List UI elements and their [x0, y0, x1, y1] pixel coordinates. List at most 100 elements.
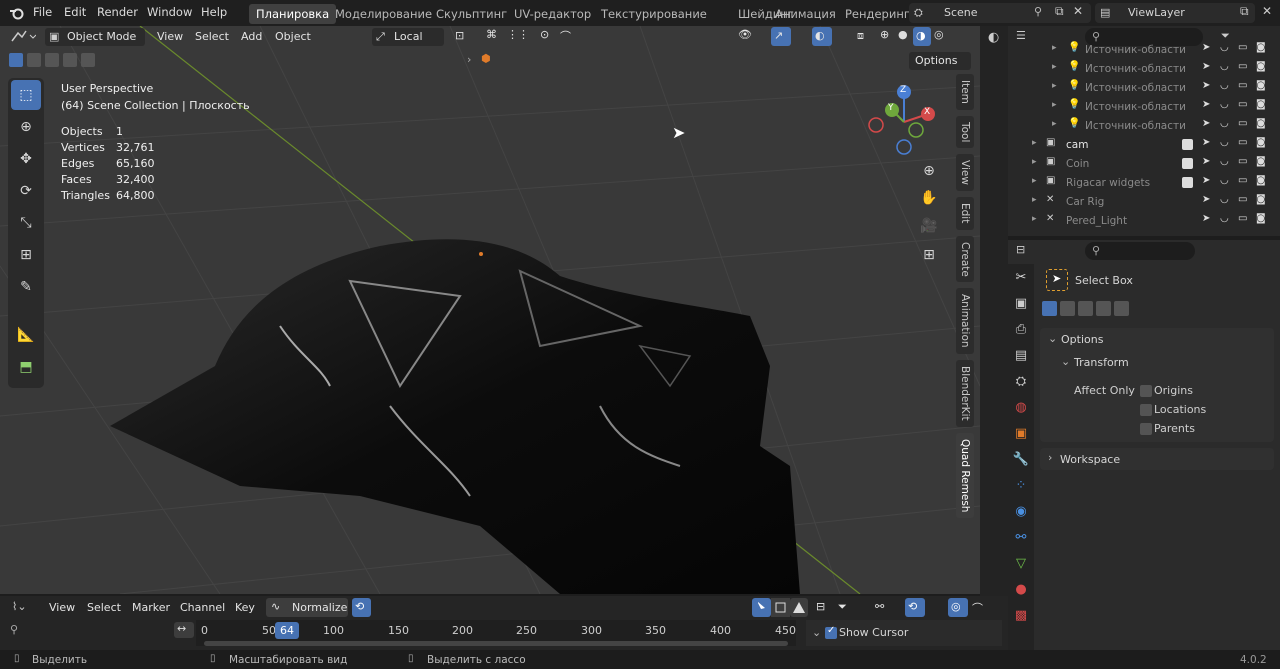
new-viewlayer-icon[interactable]: ⧉ — [1240, 4, 1249, 19]
outliner-item[interactable]: ▸ 💡 Источник-области ➤ ◡ ▭ ◙ — [1008, 117, 1276, 136]
tab-quad-remesh[interactable]: Quad Remesh — [956, 432, 974, 519]
timeline-menu-channel[interactable]: Channel — [180, 601, 225, 614]
falloff-curve-icon[interactable]: ⌒ — [972, 600, 983, 616]
tool-add-cube[interactable]: ⬒ — [11, 352, 41, 382]
expand-icon[interactable]: ▸ — [1032, 195, 1037, 205]
selectable-icon[interactable]: ➤ — [1202, 156, 1210, 167]
selectable-icon[interactable]: ➤ — [1202, 175, 1210, 186]
tool-move[interactable]: ✥ — [11, 144, 41, 174]
visibility-icon[interactable]: ◡ — [1220, 80, 1229, 91]
viewport-display-icon[interactable]: ▭ — [1238, 42, 1247, 53]
tool-annotate[interactable]: ✎ — [11, 272, 41, 302]
selectable-icon[interactable]: ➤ — [1202, 42, 1210, 53]
menu-edit[interactable]: Edit — [64, 5, 86, 19]
timeline-menu-select[interactable]: Select — [87, 601, 121, 614]
falloff-icon[interactable]: ⌒ — [560, 28, 571, 44]
render-camera-icon[interactable]: ◙ — [1256, 80, 1266, 91]
render-camera-icon[interactable]: ◙ — [1256, 99, 1266, 110]
selectable-icon[interactable]: ➤ — [1202, 80, 1210, 91]
visibility-icon[interactable]: ◡ — [1220, 61, 1229, 72]
tool-scale[interactable]: ⤡ — [11, 208, 41, 238]
snap-icon[interactable]: ⌘ — [486, 28, 497, 41]
wireframe-shading-icon[interactable]: ⊕ — [880, 28, 889, 41]
modifier-tab[interactable]: 🔧 — [1008, 446, 1034, 472]
menu-view[interactable]: View — [157, 30, 183, 43]
viewport-display-icon[interactable]: ▭ — [1238, 175, 1247, 186]
scene-tab[interactable]: ⛭ — [1008, 368, 1034, 394]
locations-checkbox[interactable] — [1140, 404, 1152, 416]
viewport-display-icon[interactable]: ▭ — [1238, 99, 1247, 110]
selectable-icon[interactable]: ➤ — [1202, 194, 1210, 205]
tool-mode-buttons[interactable] — [1041, 300, 1131, 316]
tab-animation[interactable]: Animation — [956, 288, 974, 354]
visibility-icon[interactable]: ◡ — [1220, 156, 1229, 167]
zoom-button[interactable]: ⊕ — [917, 159, 941, 183]
properties-type-icon[interactable]: ⊟ — [1016, 243, 1025, 256]
parents-checkbox[interactable] — [1140, 423, 1152, 435]
pin-icon[interactable]: ⚲ — [1034, 5, 1042, 18]
display-icon[interactable]: ◐ — [988, 30, 999, 45]
menu-object[interactable]: Object — [275, 30, 311, 43]
visibility-icon[interactable]: ◡ — [1220, 118, 1229, 129]
viewport-display-icon[interactable]: ▭ — [1238, 80, 1247, 91]
blenderkit-icon[interactable]: ⬢ — [481, 52, 491, 65]
render-camera-icon[interactable]: ◙ — [1256, 42, 1266, 53]
solid-shading-icon[interactable]: ● — [898, 28, 908, 41]
expand-icon[interactable]: ▸ — [1052, 43, 1057, 53]
transform-chevron-icon[interactable]: ⌄ — [1061, 355, 1070, 368]
camera-view-button[interactable]: 🎥 — [917, 214, 941, 238]
render-camera-icon[interactable]: ◙ — [1256, 194, 1266, 205]
expand-icon[interactable]: ▸ — [1032, 214, 1037, 224]
exclude-checkbox[interactable] — [1182, 177, 1193, 188]
timeline-tool-buttons[interactable] — [752, 598, 808, 617]
selectable-icon[interactable]: ➤ — [1202, 99, 1210, 110]
material-tab[interactable]: ● — [1008, 576, 1034, 602]
physics-tab[interactable]: ◉ — [1008, 498, 1034, 524]
timeline-link-icon[interactable]: ⚯ — [875, 600, 884, 613]
outliner-item[interactable]: ▸ ▣ Coin ➤ ◡ ▭ ◙ — [1008, 155, 1276, 174]
tab-tool[interactable]: Tool — [956, 115, 974, 149]
keyframe-icon[interactable]: ⊟ — [816, 600, 825, 613]
collapse-chevron-icon[interactable]: › — [467, 53, 471, 66]
outliner-item[interactable]: ▸ 💡 Источник-области ➤ ◡ ▭ ◙ — [1008, 98, 1276, 117]
visibility-icon[interactable]: ◡ — [1220, 42, 1229, 53]
expand-icon[interactable]: ▸ — [1032, 157, 1037, 167]
render-camera-icon[interactable]: ◙ — [1256, 156, 1266, 167]
viewport-display-icon[interactable]: ▭ — [1238, 61, 1247, 72]
outliner-item[interactable]: ▸ ▣ Rigacar widgets ➤ ◡ ▭ ◙ — [1008, 174, 1276, 193]
rendered-shading-icon[interactable]: ◎ — [934, 28, 944, 41]
tab-item[interactable]: Item — [956, 74, 974, 110]
new-scene-icon[interactable]: ⧉ — [1055, 4, 1064, 19]
options-panel-title[interactable]: Options — [1061, 333, 1103, 346]
visibility-icon[interactable]: ◡ — [1220, 175, 1229, 186]
expand-icon[interactable]: ▸ — [1052, 100, 1057, 110]
viewport-display-icon[interactable]: ▭ — [1238, 194, 1247, 205]
timeline-type-icon[interactable]: ⌇⌄ — [12, 600, 27, 613]
blender-logo-icon[interactable] — [9, 6, 25, 23]
select-mode-buttons[interactable] — [8, 52, 98, 68]
data-tab[interactable]: ▽ — [1008, 550, 1034, 576]
render-camera-icon[interactable]: ◙ — [1256, 175, 1266, 186]
navigation-gizmo[interactable]: Z X Y — [866, 82, 942, 158]
properties-search[interactable] — [1085, 242, 1195, 260]
outliner-item[interactable]: ▸ ✕ Pered_Light ➤ ◡ ▭ ◙ — [1008, 212, 1276, 231]
render-camera-icon[interactable]: ◙ — [1256, 137, 1266, 148]
show-cursor-chevron-icon[interactable]: ⌄ — [812, 626, 821, 639]
world-tab[interactable]: ◍ — [1008, 394, 1034, 420]
outliner-item[interactable]: ▸ 💡 Источник-области ➤ ◡ ▭ ◙ — [1008, 79, 1276, 98]
timeline-search-icon[interactable]: ⚲ — [10, 623, 18, 636]
tool-measure[interactable]: 📐 — [11, 320, 41, 350]
visibility-icon[interactable]: ◡ — [1220, 99, 1229, 110]
tab-modeling[interactable]: Моделирование — [328, 4, 439, 24]
visibility-icon[interactable]: ◡ — [1220, 137, 1229, 148]
selectable-icon[interactable]: ➤ — [1202, 61, 1210, 72]
timeline-menu-key[interactable]: Key — [235, 601, 255, 614]
xray-icon[interactable]: ⧈ — [857, 29, 864, 43]
viewport-display-icon[interactable]: ▭ — [1238, 137, 1247, 148]
tab-edit[interactable]: Edit — [956, 197, 974, 230]
ortho-toggle-button[interactable]: ⊞ — [917, 243, 941, 267]
visibility-icon[interactable]: ◡ — [1220, 213, 1229, 224]
menu-file[interactable]: File — [33, 5, 52, 19]
render-camera-icon[interactable]: ◙ — [1256, 213, 1266, 224]
options-chevron-icon[interactable]: ⌄ — [1048, 332, 1057, 345]
